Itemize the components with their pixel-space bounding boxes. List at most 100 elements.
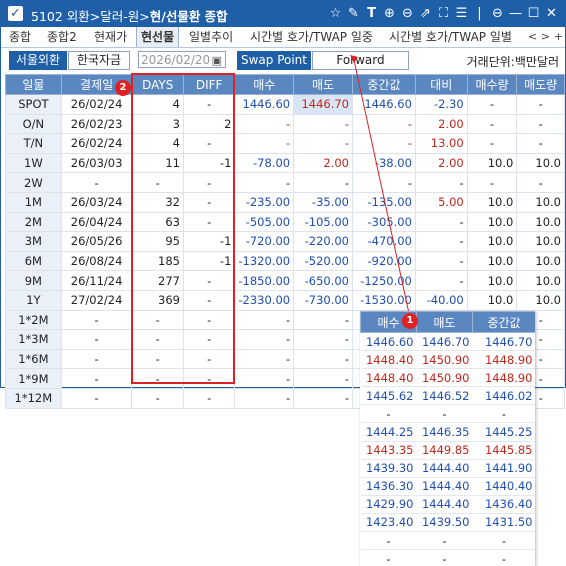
cell-ask-qty: 10.0 [516, 289, 565, 311]
popup-row[interactable]: 1423.40 1439.50 1431.50 [360, 513, 535, 533]
cell-settlement: - [60, 172, 133, 193]
cell-bid: - [234, 348, 295, 370]
cell-mid: -135.00 [352, 191, 416, 213]
cell-ask: - [293, 133, 353, 154]
tab-summary2[interactable]: 종합2 [43, 27, 81, 47]
cell-mid: -470.00 [352, 231, 416, 252]
popup-cell-mid: 1445.25 [472, 422, 535, 442]
text-icon[interactable]: T [364, 5, 379, 23]
col-ask-qty[interactable]: 매도량 [516, 74, 565, 95]
popup-cell-ask: 1450.90 [416, 368, 473, 388]
tab-current-price[interactable]: 현재가 [90, 27, 131, 47]
cell-tenor: 1*12M [5, 387, 62, 409]
popup-row[interactable]: --- [360, 549, 535, 566]
cell-ask: - [293, 348, 353, 370]
menu-icon[interactable]: ☰ [454, 5, 469, 23]
popup-row[interactable]: --- [360, 404, 535, 424]
table-row[interactable]: 6M 26/08/24 185 -1 -1320.00 -520.00 -920.00-10… [5, 250, 565, 272]
title-bar: ✓ 5102 외환>달러-원>현/선물환 종합 ☆ ✎ T ⊕ ⊖ ⇗ ⛶ ☰ … [1, 1, 565, 27]
cell-ask: -105.00 [293, 211, 353, 233]
market-seoul-button[interactable]: 서울외환 [9, 51, 67, 70]
window-check-icon[interactable]: ✓ [8, 6, 23, 21]
popup-row[interactable]: 1436.30 1444.40 1440.40 [360, 477, 535, 496]
cell-ask: -730.00 [293, 289, 353, 311]
table-row[interactable]: O/N 26/02/23 3 2- - -2.00- - [5, 113, 565, 135]
cell-tenor: O/N [5, 113, 62, 135]
pen-icon[interactable]: ✎ [346, 5, 361, 23]
popup-cell-ask: 1446.35 [416, 422, 473, 442]
popup-cell-bid: 1446.60 [360, 332, 417, 352]
cell-settlement: 27/02/24 [60, 289, 133, 311]
zoom-in-icon[interactable]: ⊕ [382, 5, 397, 23]
market-korea-money-button[interactable]: 한국자금 [68, 51, 130, 70]
tab-spot-forward[interactable]: 현선물 [136, 27, 180, 47]
tab-summary[interactable]: 종합 [5, 27, 35, 47]
popup-cell-ask: 1444.40 [416, 459, 473, 478]
cell-bid: -1320.00 [234, 250, 295, 272]
col-mid[interactable]: 중간값 [352, 74, 416, 95]
cell-change: 13.00 [414, 133, 468, 154]
link-icon[interactable]: ⇗ [418, 5, 433, 23]
popup-col-ask[interactable]: 매도 [416, 311, 473, 333]
popup-row[interactable]: --- [360, 531, 535, 551]
cell-bid-qty: 10.0 [466, 270, 518, 291]
col-change[interactable]: 대비 [414, 74, 468, 95]
popup-row[interactable]: 1429.90 1444.40 1436.40 [360, 495, 535, 514]
expand-icon[interactable]: ⛶ [436, 5, 451, 23]
cell-bid-qty: 10.0 [466, 231, 518, 252]
table-row[interactable]: 2M 26/04/24 63- -505.00 -105.00 -305.00-10.0 1… [5, 211, 565, 233]
col-bid-qty[interactable]: 매수량 [466, 74, 518, 95]
cell-bid-qty: 10.0 [466, 152, 518, 174]
table-row[interactable]: 3M 26/05/26 95 -1 -720.00 -220.00 -470.00-10.0… [5, 231, 565, 252]
title-icons: ☆ ✎ T ⊕ ⊖ ⇗ ⛶ ☰ | ⊖ — ☐ ✕ [328, 5, 559, 23]
star-icon[interactable]: ☆ [328, 5, 343, 23]
zoom-out-icon[interactable]: ⊖ [400, 5, 415, 23]
cell-ask-qty: 10.0 [516, 152, 565, 174]
popup-row[interactable]: 1445.62 1446.52 1446.02 [360, 386, 535, 406]
cell-ask-qty: - [516, 113, 565, 135]
tab-next-icon[interactable]: > [539, 27, 552, 47]
tab-prev-icon[interactable]: < [526, 27, 539, 47]
table-row[interactable]: T/N 26/02/24 4- - - -13.00- - [5, 133, 565, 154]
table-row[interactable]: 9M 26/11/24 277- -1850.00 -650.00 -1250.00-10… [5, 270, 565, 291]
table-row[interactable]: 1M 26/03/24 32- -235.00 -35.00 -135.00 5.00 10.… [5, 191, 565, 213]
tab-hourly-intraday[interactable]: 시간별 호가/TWAP 일중 [246, 27, 377, 47]
help-icon[interactable]: ⊖ [490, 5, 505, 23]
table-row[interactable]: 2W - - - - - - - - - [5, 172, 565, 193]
date-value: 2026/02/20 [141, 53, 211, 67]
cell-ask: - [293, 309, 353, 331]
popup-col-mid[interactable]: 중간값 [472, 311, 535, 333]
forward-button[interactable]: Forward [312, 51, 409, 70]
popup-row[interactable]: 1448.40 1450.90 1448.90 [360, 368, 535, 388]
swap-point-button[interactable]: Swap Point [237, 51, 311, 70]
cell-settlement: - [60, 368, 133, 389]
cell-settlement: - [60, 329, 133, 350]
date-input[interactable]: 2026/02/20 ▣ [138, 51, 226, 68]
tab-hourly-daily[interactable]: 시간별 호가/TWAP 일별 [385, 27, 516, 47]
popup-cell-ask: - [416, 549, 473, 566]
cell-ask-qty: 10.0 [516, 231, 565, 252]
close-icon[interactable]: ✕ [544, 5, 559, 23]
maximize-icon[interactable]: ☐ [526, 5, 541, 23]
col-ask[interactable]: 매도 [293, 74, 353, 95]
popup-cell-ask: 1444.40 [416, 495, 473, 514]
popup-row[interactable]: 1448.40 1450.90 1448.90 [360, 350, 535, 370]
popup-row[interactable]: 1444.25 1446.35 1445.25 [360, 422, 535, 442]
cell-settlement: - [60, 309, 133, 331]
popup-row[interactable]: 1446.60 1446.70 1446.70 [360, 332, 535, 352]
cell-ask: 1446.70 [293, 94, 353, 115]
table-row[interactable]: 1W 26/03/03 11 -1 -78.00 2.00 -38.00 2.00 10.0 10… [5, 152, 565, 174]
tab-add-icon[interactable]: + [552, 27, 565, 47]
popup-cell-mid: 1445.85 [472, 441, 535, 460]
popup-row[interactable]: 1443.35 1449.85 1445.85 [360, 441, 535, 460]
table-row[interactable]: SPOT 26/02/24 4-1446.60 1446.70 1446.60 -2.30… [5, 94, 565, 115]
col-bid[interactable]: 매수 [234, 74, 295, 95]
cell-bid-qty: 10.0 [466, 289, 518, 311]
calendar-icon[interactable]: ▣ [212, 52, 222, 69]
popup-cell-mid: - [472, 404, 535, 424]
popup-row[interactable]: 1439.30 1444.40 1441.90 [360, 459, 535, 478]
minimize-icon[interactable]: — [508, 5, 523, 23]
table-row[interactable]: 1Y 27/02/24 369- -2330.00 -730.00 -1530.00 -40… [5, 289, 565, 311]
col-tenor[interactable]: 일물 [5, 74, 62, 95]
tab-daily-trend[interactable]: 일별추이 [185, 27, 237, 47]
